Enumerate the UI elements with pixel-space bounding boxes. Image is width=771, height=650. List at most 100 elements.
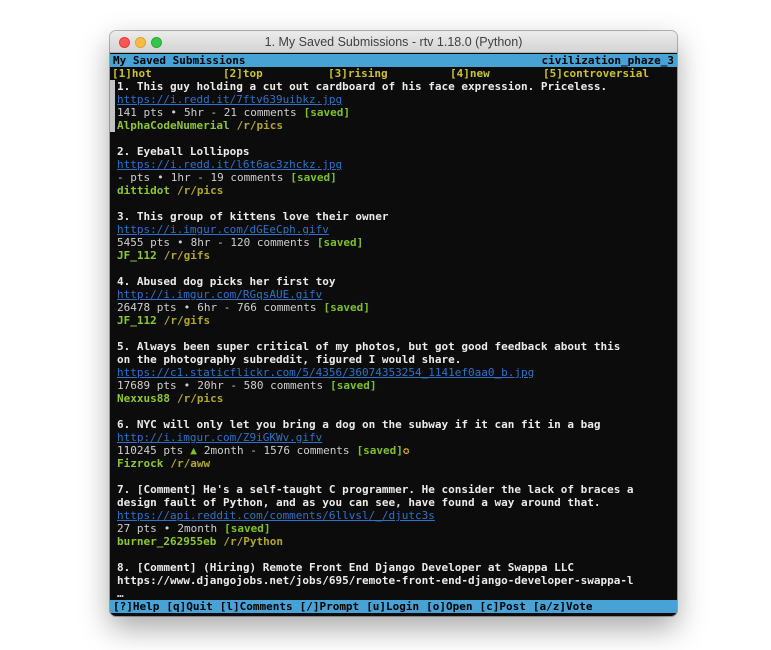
age-comments: 2month - 1576 comments — [204, 444, 350, 457]
status-bar: My Saved Submissions civilization_phaze_… — [110, 54, 677, 67]
points: 5455 pts — [117, 236, 170, 249]
tab-controversial[interactable]: [5]controversial — [543, 67, 649, 80]
shortcut-login[interactable]: [u]Login — [366, 600, 419, 613]
saved-badge: [saved] — [323, 301, 369, 314]
submission-list: 1. This guy holding a cut out cardboard … — [110, 80, 677, 600]
subreddit[interactable]: /r/pics — [177, 184, 223, 197]
close-button[interactable] — [119, 37, 130, 48]
subreddit[interactable]: /r/gifs — [164, 314, 210, 327]
submission-title: design fault of Python, and as you can s… — [110, 496, 677, 509]
age-comments: 1hr - 19 comments — [171, 171, 284, 184]
submission-3[interactable]: 3. This group of kittens love their owne… — [110, 210, 677, 262]
bullet-separator: • — [184, 301, 191, 314]
subreddit[interactable]: /r/gifs — [164, 249, 210, 262]
points: 26478 pts — [117, 301, 177, 314]
submission-stats: 26478 pts•6hr - 766 comments[saved] — [110, 301, 677, 314]
submission-stats: 17689 pts • 20hr - 580 comments [saved] — [110, 379, 677, 392]
submission-stats: 27 pts • 2month [saved] — [110, 522, 677, 535]
submission-byline: burner_262955eb/r/Python — [110, 535, 677, 548]
tab-new[interactable]: [4]new — [450, 67, 490, 80]
shortcut-comments[interactable]: [l]Comments — [220, 600, 293, 613]
submission-url: https://api.reddit.com/comments/6llvsl/_… — [110, 509, 677, 522]
shortcut-open[interactable]: [o]Open — [426, 600, 472, 613]
submission-byline: JF_112/r/gifs — [110, 314, 677, 327]
submission-2[interactable]: 2. Eyeball Lollipops https://i.redd.it/l… — [110, 145, 677, 197]
submission-8[interactable]: 8. [Comment] (Hiring) Remote Front End D… — [110, 561, 677, 600]
submission-title: 2. Eyeball Lollipops — [110, 145, 677, 158]
author[interactable]: Fizrock — [117, 457, 163, 470]
submission-title: 4. Abused dog picks her first toy — [110, 275, 677, 288]
bullet-separator: • — [170, 106, 177, 119]
subreddit[interactable]: /r/pics — [237, 119, 283, 132]
shortcut-prompt[interactable]: [/]Prompt — [300, 600, 360, 613]
tab-top[interactable]: [2]top — [223, 67, 263, 80]
saved-badge: [saved] — [304, 106, 350, 119]
age-comments: 2month — [177, 522, 217, 535]
upvote-icon: ▲ — [190, 444, 197, 457]
blank-line — [110, 262, 677, 275]
blank-line — [110, 197, 677, 210]
zoom-button[interactable] — [151, 37, 162, 48]
submission-5[interactable]: 5. Always been super critical of my phot… — [110, 340, 677, 405]
window-title: 1. My Saved Submissions - rtv 1.18.0 (Py… — [265, 35, 523, 49]
submission-6[interactable]: 6. NYC will only let you bring a dog on … — [110, 418, 677, 470]
minimize-button[interactable] — [135, 37, 146, 48]
submission-title: on the photography subreddit, figured I … — [110, 353, 677, 366]
tab-rising[interactable]: [3]rising — [328, 67, 388, 80]
saved-badge: [saved] — [330, 379, 376, 392]
author[interactable]: JF_112 — [117, 249, 157, 262]
shortcut-post[interactable]: [c]Post — [480, 600, 526, 613]
logged-in-user: civilization_phaze_3 — [542, 54, 674, 67]
submission-title: https://www.djangojobs.net/jobs/695/remo… — [110, 574, 677, 587]
subreddit[interactable]: /r/aww — [170, 457, 210, 470]
submission-url: https://c1.staticflickr.com/5/4356/36074… — [110, 366, 677, 379]
terminal-window: 1. My Saved Submissions - rtv 1.18.0 (Py… — [110, 31, 677, 616]
submission-byline: Fizrock/r/aww — [110, 457, 677, 470]
bullet-separator: • — [164, 522, 171, 535]
blank-line — [110, 327, 677, 340]
bullet-separator: • — [177, 236, 184, 249]
submission-url: https://i.redd.it/7ftv639uibkz.jpg — [110, 93, 677, 106]
submission-7[interactable]: 7. [Comment] He's a self-taught C progra… — [110, 483, 677, 548]
submission-url: http://i.imgur.com/Z9iGKWv.gifv — [110, 431, 677, 444]
submission-byline: JF_112/r/gifs — [110, 249, 677, 262]
author[interactable]: Nexxus88 — [117, 392, 170, 405]
points: 17689 pts — [117, 379, 177, 392]
bullet-separator: • — [184, 379, 191, 392]
submission-url: http://i.imgur.com/RGqsAUE.gifv — [110, 288, 677, 301]
points: 141 pts — [117, 106, 163, 119]
blank-line — [110, 405, 677, 418]
submission-url: https://i.redd.it/l6t6ac3zhckz.jpg — [110, 158, 677, 171]
saved-badge: [saved] — [317, 236, 363, 249]
points: - pts — [117, 171, 150, 184]
tab-hot[interactable]: [1]hot — [112, 67, 152, 80]
submission-byline: dittidot/r/pics — [110, 184, 677, 197]
tab-bar: [1]hot [2]top [3]rising [4]new [5]contro… — [110, 67, 677, 80]
shortcut-help[interactable]: [?]Help — [113, 600, 159, 613]
traffic-lights — [119, 37, 162, 48]
window-titlebar[interactable]: 1. My Saved Submissions - rtv 1.18.0 (Py… — [110, 31, 677, 53]
subreddit[interactable]: /r/Python — [223, 535, 283, 548]
gilded-icon: ✪ — [403, 444, 410, 457]
submission-title: 1. This guy holding a cut out cardboard … — [110, 80, 677, 93]
saved-badge: [saved] — [290, 171, 336, 184]
submission-4[interactable]: 4. Abused dog picks her first toy http:/… — [110, 275, 677, 327]
submission-stats: 110245 pts▲2month - 1576 comments[saved]… — [110, 444, 677, 457]
blank-line — [110, 548, 677, 561]
age-comments: 20hr - 580 comments — [197, 379, 323, 392]
points: 27 pts — [117, 522, 157, 535]
subreddit[interactable]: /r/pics — [177, 392, 223, 405]
author[interactable]: JF_112 — [117, 314, 157, 327]
author[interactable]: dittidot — [117, 184, 170, 197]
shortcut-vote[interactable]: [a/z]Vote — [533, 600, 593, 613]
blank-line — [110, 132, 677, 145]
submission-title: 5. Always been super critical of my phot… — [110, 340, 677, 353]
author[interactable]: AlphaCodeNumerial — [117, 119, 230, 132]
author[interactable]: burner_262955eb — [117, 535, 216, 548]
submission-1[interactable]: 1. This guy holding a cut out cardboard … — [110, 80, 677, 132]
shortcut-quit[interactable]: [q]Quit — [166, 600, 212, 613]
submission-stats: 141 pts•5hr - 21 comments[saved] — [110, 106, 677, 119]
saved-badge: [saved] — [224, 522, 270, 535]
page-title: My Saved Submissions — [113, 54, 245, 67]
shortcut-bar: [?]Help [q]Quit [l]Comments [/]Prompt [u]Log… — [110, 600, 677, 613]
